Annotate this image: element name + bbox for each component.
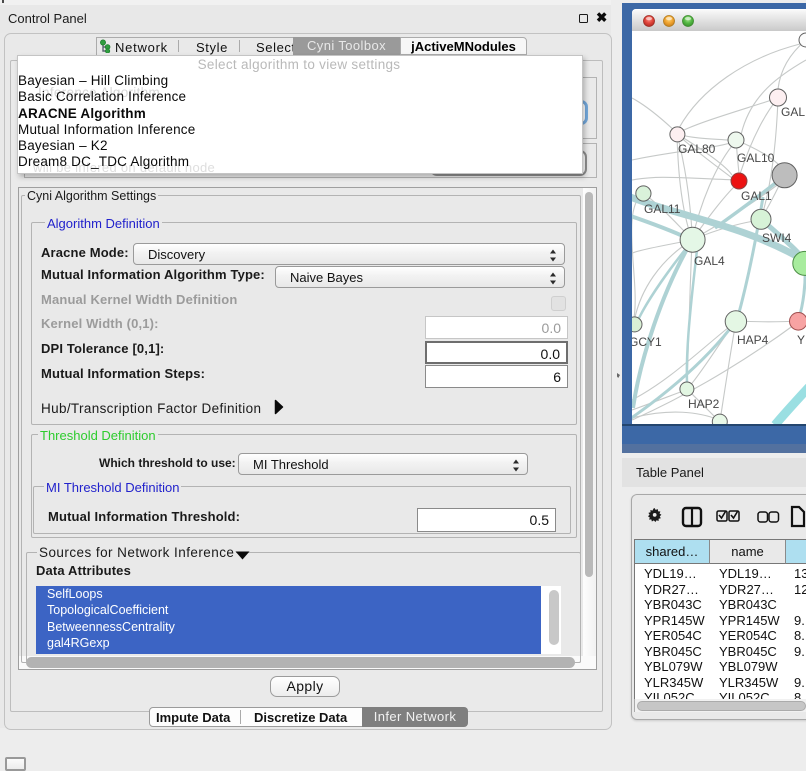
svg-text:HAP2: HAP2	[688, 397, 720, 411]
svg-text:GAL11: GAL11	[644, 202, 681, 216]
svg-text:GAL80: GAL80	[678, 142, 716, 156]
svg-text:GAL1: GAL1	[741, 189, 772, 203]
svg-text:SWI4: SWI4	[762, 231, 792, 245]
svg-text:GCY1: GCY1	[632, 335, 662, 349]
svg-text:GAL4: GAL4	[694, 254, 725, 268]
svg-text:Y: Y	[797, 333, 805, 347]
svg-text:GAL10: GAL10	[737, 151, 775, 165]
svg-text:HAP4: HAP4	[737, 333, 769, 347]
svg-text:GAL: GAL	[781, 105, 805, 119]
